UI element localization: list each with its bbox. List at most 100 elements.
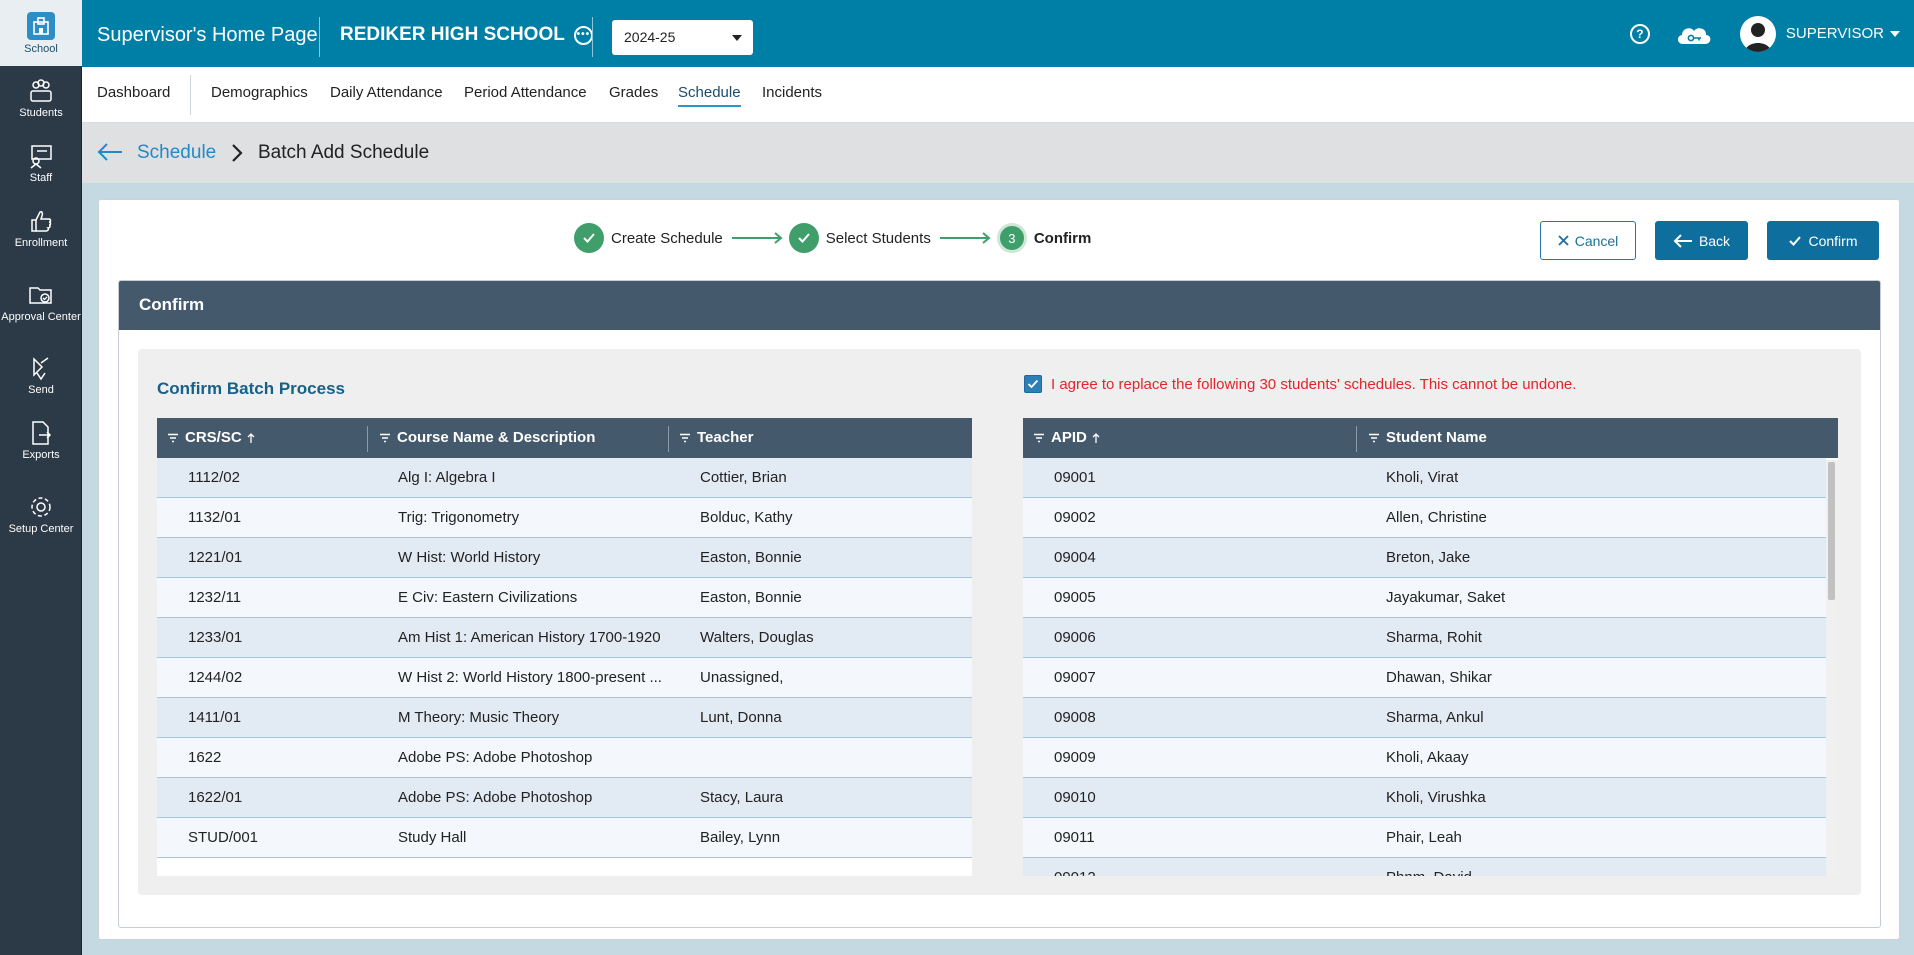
table-cell: 1232/11 <box>188 589 242 606</box>
filter-icon[interactable] <box>379 433 391 443</box>
rail-item-exports[interactable]: Exports <box>0 408 82 473</box>
step-label: Confirm <box>1033 229 1092 247</box>
table-row[interactable]: 1622/01 Adobe PS: Adobe Photoshop Stacy, L… <box>157 778 972 818</box>
table-cell: Sharma, Rohit <box>1386 629 1482 646</box>
table-row[interactable]: 1112/02 Alg I: Algebra I Cottier, Brian <box>157 458 972 498</box>
rail-item-setup-center[interactable]: Setup Center <box>0 473 82 555</box>
tab-period-attendance[interactable]: Period Attendance <box>464 84 587 105</box>
agree-checkbox[interactable] <box>1024 375 1042 393</box>
chevron-down-icon <box>1890 30 1900 37</box>
column-header-course-name[interactable]: Course Name & Description <box>379 429 595 446</box>
school-switcher[interactable]: REDIKER HIGH SCHOOL ••• <box>340 24 593 46</box>
table-row[interactable]: 1233/01 Am Hist 1: American History 1700-… <box>157 618 972 658</box>
table-row[interactable]: 09012 Phnm, David <box>1023 858 1826 876</box>
table-cell: Phair, Leah <box>1386 829 1462 846</box>
tab-dashboard[interactable]: Dashboard <box>97 84 170 105</box>
breadcrumb-schedule-link[interactable]: Schedule <box>137 142 216 164</box>
cloud-key-icon[interactable] <box>1674 22 1714 46</box>
user-menu[interactable]: SUPERVISOR <box>1786 25 1900 42</box>
table-cell: 1112/02 <box>188 469 240 486</box>
table-row[interactable]: 09005 Jayakumar, Saket <box>1023 578 1826 618</box>
table-cell: Easton, Bonnie <box>700 549 802 566</box>
table-row[interactable]: 1622 Adobe PS: Adobe Photoshop <box>157 738 972 778</box>
table-cell: Kholi, Virat <box>1386 469 1459 486</box>
rail-item-approval-center[interactable]: Approval Center <box>0 261 82 343</box>
back-arrow-icon[interactable] <box>96 141 124 163</box>
column-label: Teacher <box>697 429 754 446</box>
rail-item-staff[interactable]: Staff <box>0 131 82 196</box>
table-cell: Walters, Douglas <box>700 629 814 646</box>
column-header-student-name[interactable]: Student Name <box>1368 429 1487 446</box>
check-icon <box>788 223 819 253</box>
table-cell: 09012 <box>1054 869 1378 876</box>
table-row[interactable]: 09007 Dhawan, Shikar <box>1023 658 1826 698</box>
table-row[interactable]: 09004 Breton, Jake <box>1023 538 1826 578</box>
table-row[interactable]: 1221/01 W Hist: World History Easton, Bonn… <box>157 538 972 578</box>
tab-incidents[interactable]: Incidents <box>762 84 822 105</box>
batch-add-card: Create Schedule Select Students 3 Confir… <box>98 199 1900 940</box>
rail-item-students[interactable]: Students <box>0 66 82 131</box>
column-label: Student Name <box>1386 429 1487 446</box>
school-year-select[interactable]: 2024-25 <box>612 20 753 55</box>
setup-icon <box>31 496 51 517</box>
table-cell: Kholi, Virushka <box>1386 789 1486 806</box>
table-row[interactable]: 09006 Sharma, Rohit <box>1023 618 1826 658</box>
table-cell: W Hist: World History <box>398 549 541 566</box>
filter-icon[interactable] <box>167 433 179 443</box>
table-row[interactable]: STUD/001 Study Hall Bailey, Lynn <box>157 818 972 858</box>
tab-demographics[interactable]: Demographics <box>211 84 308 105</box>
table-row[interactable]: 09010 Kholi, Virushka <box>1023 778 1826 818</box>
column-divider[interactable] <box>1356 426 1357 452</box>
tab-schedule[interactable]: Schedule <box>678 84 741 107</box>
rail-label: Students <box>19 107 63 119</box>
column-header-apid[interactable]: APID <box>1033 429 1101 446</box>
table-row[interactable]: 09008 Sharma, Ankul <box>1023 698 1826 738</box>
table-cell: 1411/01 <box>188 709 242 726</box>
column-header-crs[interactable]: CRS/SC <box>167 429 256 446</box>
filter-icon[interactable] <box>1033 433 1045 443</box>
table-cell: W Hist 2: World History 1800-present ... <box>398 669 662 686</box>
table-cell: 09011 <box>1054 829 1095 846</box>
filter-icon[interactable] <box>1368 433 1380 443</box>
column-divider[interactable] <box>668 426 669 452</box>
rail-item-enrollment[interactable]: Enrollment <box>0 196 82 261</box>
filter-icon[interactable] <box>679 433 691 443</box>
table-cell: Am Hist 1: American History 1700-1920 <box>398 629 661 646</box>
table-row[interactable]: 09001 Kholi, Virat <box>1023 458 1826 498</box>
back-button[interactable]: Back <box>1655 221 1748 260</box>
cancel-button[interactable]: Cancel <box>1540 221 1636 260</box>
step-label: Select Students <box>825 229 931 247</box>
table-row[interactable]: 1132/01 Trig: Trigonometry Bolduc, Kathy <box>157 498 972 538</box>
user-icon <box>1744 22 1771 52</box>
students-icon <box>30 79 52 102</box>
column-divider[interactable] <box>367 426 368 452</box>
table-cell: Stacy, Laura <box>700 789 784 806</box>
table-row[interactable]: 1232/11 E Civ: Eastern Civilizations Easto… <box>157 578 972 618</box>
more-options-icon[interactable]: ••• <box>573 25 593 45</box>
help-icon[interactable]: ? <box>1629 23 1650 44</box>
confirm-button[interactable]: Confirm <box>1767 221 1879 260</box>
table-row[interactable]: 09011 Phair, Leah <box>1023 818 1826 858</box>
rail-item-school[interactable]: School <box>0 0 82 66</box>
rail-item-send[interactable]: Send <box>0 343 82 408</box>
table-row[interactable]: 1244/02 W Hist 2: World History 1800-pres… <box>157 658 972 698</box>
column-header-teacher[interactable]: Teacher <box>679 429 753 446</box>
arrow-left-icon <box>1673 233 1692 248</box>
sort-ascending-icon[interactable] <box>246 432 256 444</box>
header-divider <box>592 17 593 57</box>
tab-grades[interactable]: Grades <box>609 84 658 105</box>
send-icon <box>33 357 49 381</box>
staff-icon <box>30 145 52 169</box>
table-row[interactable]: 1411/01 M Theory: Music Theory Lunt, Donna <box>157 698 972 738</box>
avatar[interactable] <box>1739 15 1776 52</box>
table-cell: Study Hall <box>398 829 467 846</box>
section-title: Confirm Batch Process <box>157 379 345 398</box>
panel-title: Confirm <box>119 281 1880 330</box>
table-row[interactable]: 09002 Allen, Christine <box>1023 498 1826 538</box>
agree-checkbox-row[interactable]: I agree to replace the following 30 stud… <box>1024 375 1576 393</box>
table-cell: Dhawan, Shikar <box>1386 669 1492 686</box>
tab-daily-attendance[interactable]: Daily Attendance <box>330 84 443 105</box>
sort-ascending-icon[interactable] <box>1091 432 1101 444</box>
scrollbar-thumb[interactable] <box>1828 462 1835 600</box>
table-row[interactable]: 09009 Kholi, Akaay <box>1023 738 1826 778</box>
